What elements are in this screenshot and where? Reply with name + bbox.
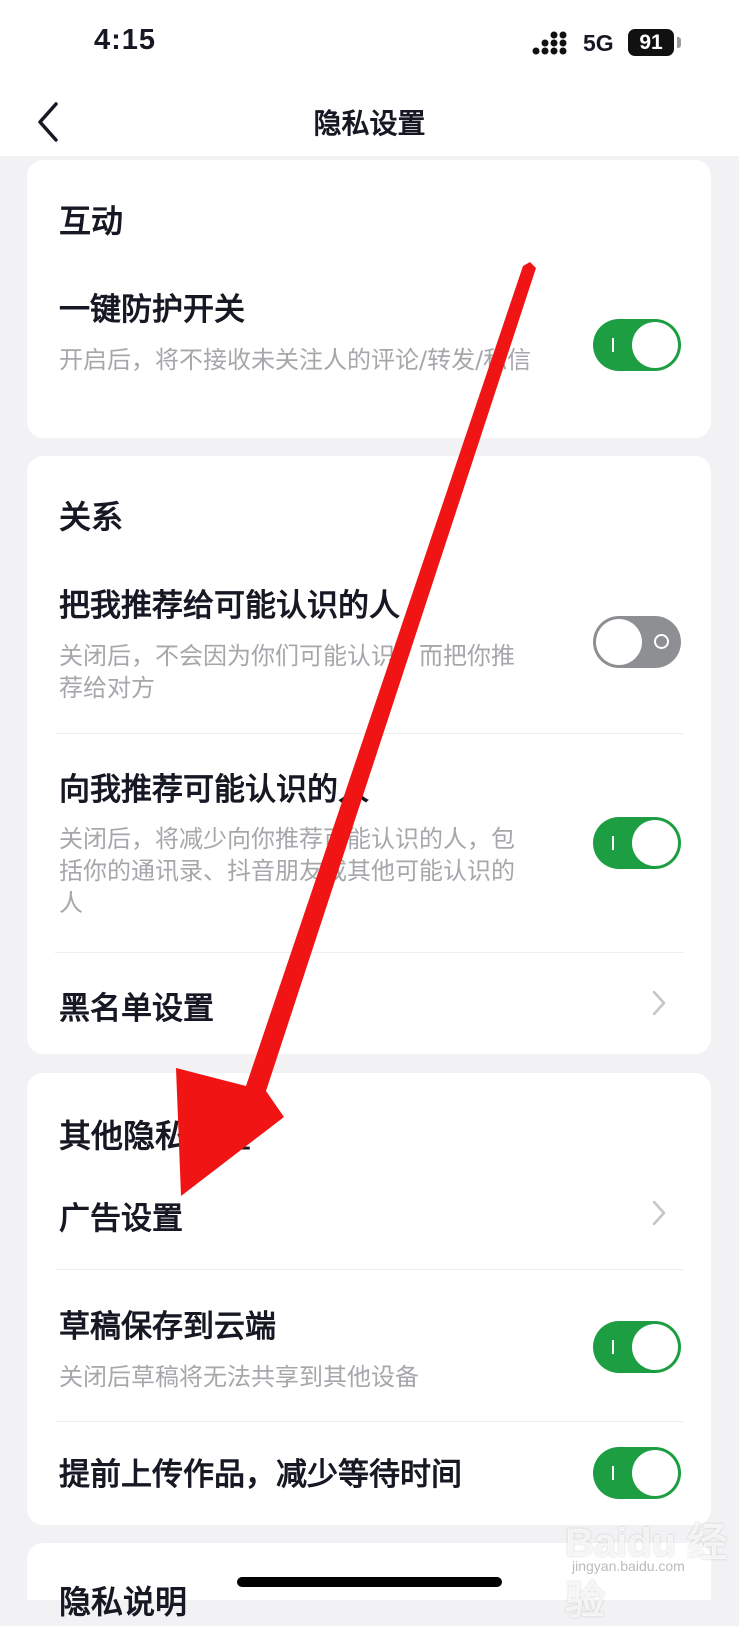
pre-upload-toggle[interactable] (593, 1447, 681, 1499)
toggle-knob (632, 820, 678, 866)
ads-settings-row[interactable]: 广告设置 (27, 1163, 711, 1259)
toggle-knob (632, 1450, 678, 1496)
divider (55, 733, 683, 734)
drafts-cloud-desc: 关闭后草稿将无法共享到其他设备 (59, 1363, 419, 1391)
section-title-privacy-notice: 隐私说明 (59, 1583, 188, 1621)
toggle-knob (632, 322, 678, 368)
section-title-interaction: 互动 (59, 202, 124, 240)
section-title-other: 其他隐私设置 (59, 1117, 252, 1155)
recommend-to-me-title: 向我推荐可能认识的人 (59, 772, 369, 808)
signal-icon (532, 31, 567, 55)
toggle-on-mark (612, 1340, 614, 1354)
recommend-to-me-toggle[interactable] (593, 817, 681, 869)
blacklist-title: 黑名单设置 (59, 991, 214, 1027)
blacklist-row[interactable]: 黑名单设置 (27, 953, 711, 1053)
ads-settings-title: 广告设置 (59, 1201, 183, 1237)
network-type: 5G (583, 30, 614, 56)
recommend-to-me-desc: 关闭后，将减少向你推荐可能认识的人，包括你的通讯录、抖音朋友或其他可能认识的人 (59, 825, 515, 917)
other-privacy-card: 其他隐私设置 广告设置 草稿保存到云端 关闭后草稿将无法共享到其他设备 提前上传… (27, 1073, 711, 1525)
status-time: 4:15 (94, 24, 157, 56)
divider (55, 1421, 683, 1422)
divider (55, 1269, 683, 1270)
drafts-cloud-title: 草稿保存到云端 (59, 1309, 276, 1345)
recommend-me-desc: 关闭后，不会因为你们可能认识，而把你推荐给对方 (59, 642, 515, 702)
page-title: 隐私设置 (313, 107, 426, 140)
recommend-me-title: 把我推荐给可能认识的人 (59, 588, 400, 624)
watermark-url: jingyan.baidu.com (572, 1558, 685, 1574)
chevron-right-icon (652, 990, 666, 1016)
status-bar: 4:15 5G 91 (0, 0, 739, 88)
drafts-cloud-toggle[interactable] (593, 1321, 681, 1373)
toggle-knob (596, 619, 642, 665)
toggle-on-mark (612, 1466, 614, 1480)
interaction-card: 互动 一键防护开关 开启后，将不接收未关注人的评论/转发/私信 (27, 160, 711, 438)
toggle-on-mark (612, 836, 614, 850)
one-key-protection-title: 一键防护开关 (59, 292, 245, 328)
toggle-knob (632, 1324, 678, 1370)
one-key-protection-toggle[interactable] (593, 319, 681, 371)
chevron-right-icon (652, 1200, 666, 1226)
home-indicator (237, 1577, 502, 1587)
recommend-me-toggle[interactable] (593, 616, 681, 668)
toggle-on-mark (612, 338, 614, 352)
battery-icon: 91 (628, 29, 674, 56)
relationship-card: 关系 把我推荐给可能认识的人 关闭后，不会因为你们可能认识，而把你推荐给对方 向… (27, 456, 711, 1054)
battery-cap (677, 37, 681, 48)
one-key-protection-desc: 开启后，将不接收未关注人的评论/转发/私信 (59, 346, 532, 374)
section-title-relationship: 关系 (59, 498, 124, 536)
nav-bar: 隐私设置 (0, 88, 739, 156)
toggle-off-mark (654, 634, 669, 649)
pre-upload-title: 提前上传作品，减少等待时间 (59, 1457, 462, 1493)
